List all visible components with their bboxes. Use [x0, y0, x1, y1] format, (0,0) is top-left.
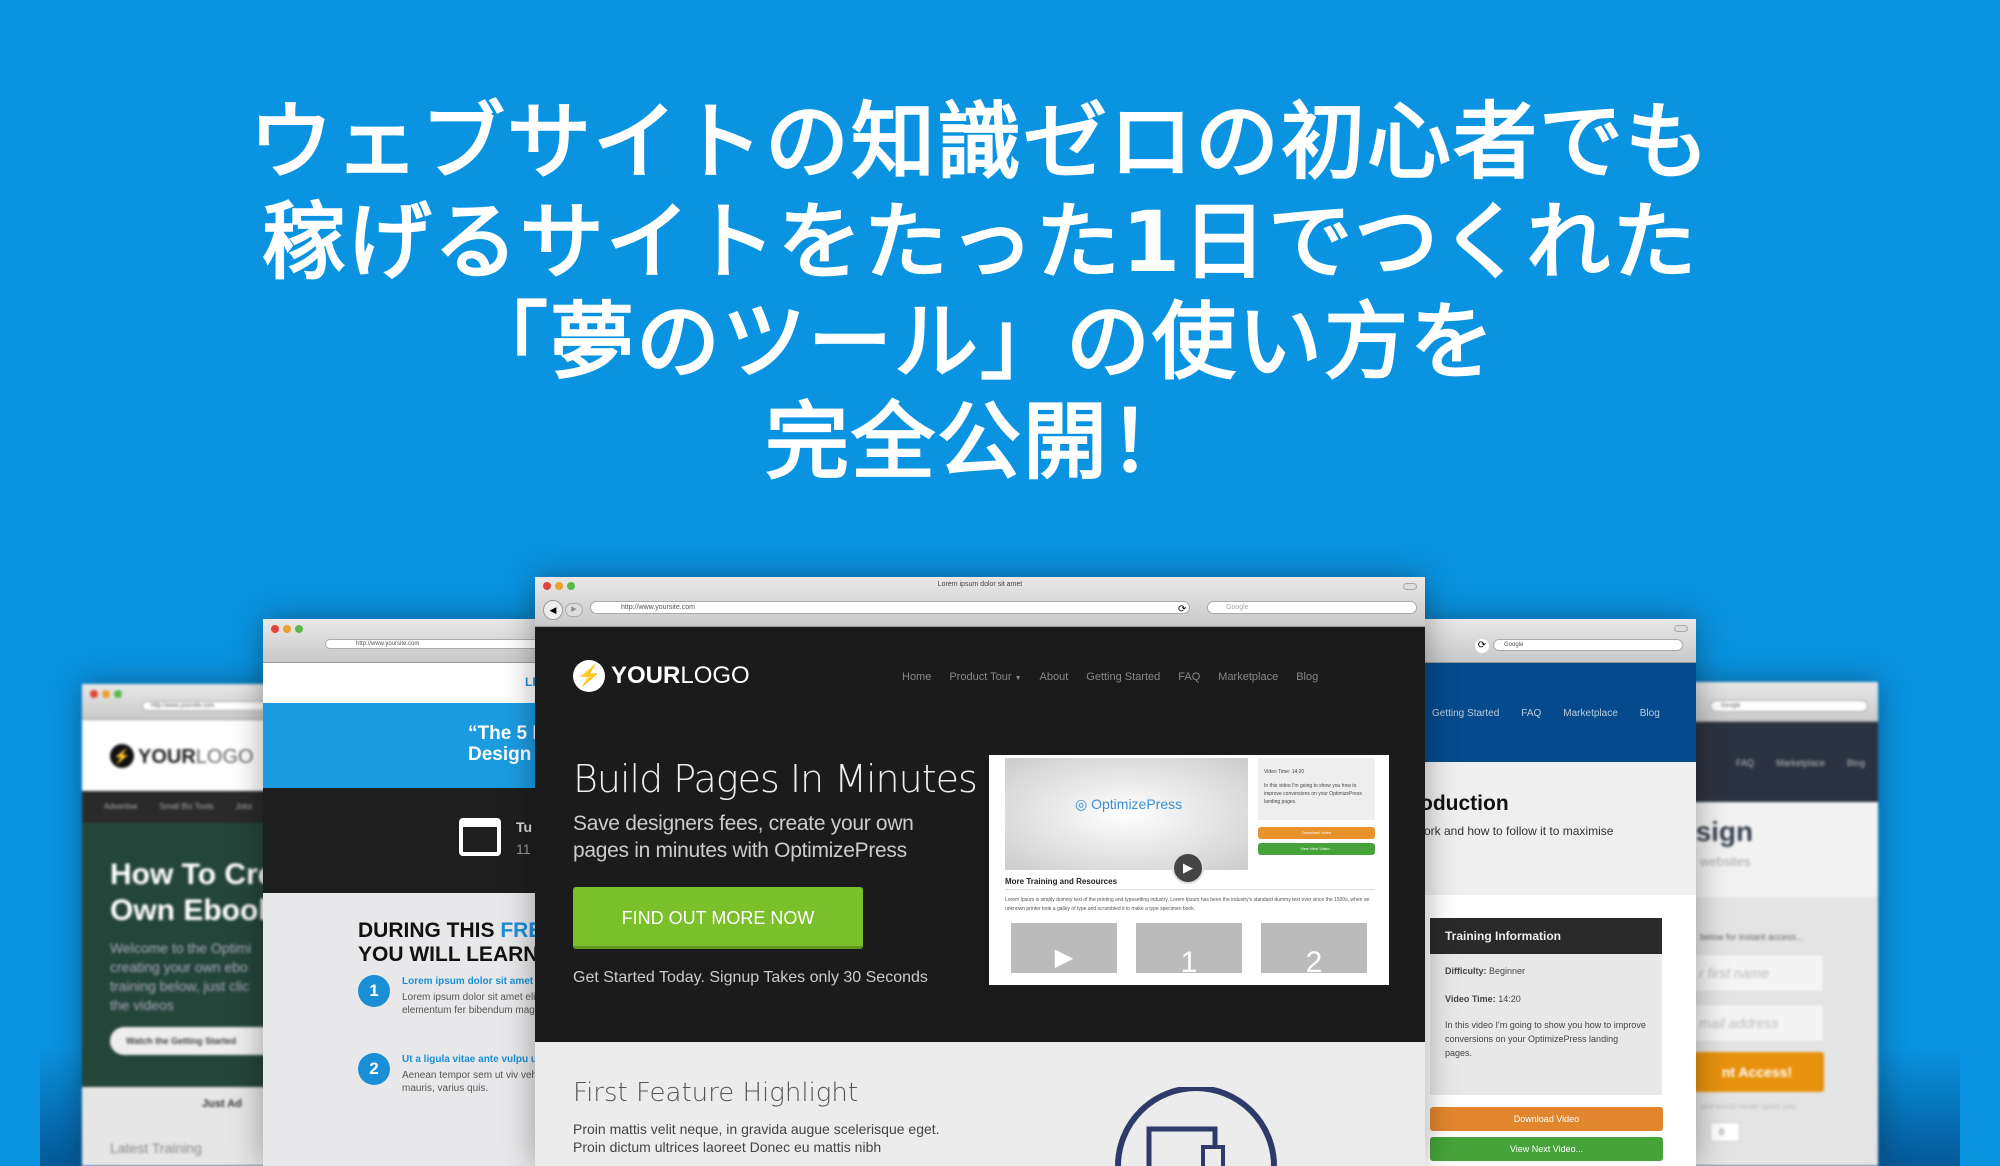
- browser-chrome: http://www.yoursite.com: [263, 619, 563, 663]
- cta-note: Get Started Today. Signup Takes only 30 …: [573, 969, 928, 986]
- hero-section: ⚡ YOURLOGO Home Product Tour ▼ About Get…: [535, 627, 1425, 1042]
- nav-item[interactable]: Small Biz Tools: [159, 802, 213, 812]
- window-pill-icon: [1674, 625, 1688, 632]
- nav-item[interactable]: Marketplace: [1776, 758, 1825, 802]
- hero-title: Build Pages In Minutes: [573, 757, 978, 801]
- logo-bolt-icon: ⚡: [573, 660, 605, 692]
- hero-body: Welcome to the Optimi creating your own …: [110, 940, 252, 1013]
- browser-right-front: ⟳ Google Getting Started FAQ Marketplace Bl…: [1390, 619, 1696, 1166]
- thumb[interactable]: 2: [1261, 923, 1367, 973]
- browser-left-front: http://www.yoursite.com LIV “The 5 FDesi…: [263, 619, 563, 1166]
- window-pill-icon: [1403, 583, 1417, 590]
- devices-icon: [1115, 1087, 1277, 1166]
- search-bar: Google: [1710, 700, 1868, 712]
- nav-item[interactable]: Marketplace: [1563, 708, 1617, 762]
- download-video-button[interactable]: Download Video: [1258, 827, 1375, 839]
- hero-subtitle: Save designers fees, create your own page…: [573, 812, 914, 862]
- nav-item[interactable]: FAQ: [1736, 758, 1754, 802]
- nav-item[interactable]: FAQ: [1521, 708, 1541, 762]
- box-title: Training Information: [1430, 918, 1662, 954]
- thumb-play-icon[interactable]: ▶: [1011, 923, 1117, 973]
- nav-bar: Getting Started FAQ Marketplace Blog: [1390, 663, 1696, 762]
- nav-item-marketplace[interactable]: Marketplace: [1218, 671, 1278, 683]
- name-input[interactable]: r first name: [1690, 954, 1824, 992]
- nav-item[interactable]: Blog: [1640, 708, 1660, 762]
- hero-title: oduction: [1420, 792, 1509, 815]
- number-badge: 1: [358, 975, 390, 1007]
- nav-item-home[interactable]: Home: [902, 671, 931, 683]
- get-access-button[interactable]: nt Access!: [1690, 1052, 1824, 1092]
- feature-title: First Feature Highlight: [573, 1078, 859, 1108]
- text: Just Ad: [202, 1098, 242, 1110]
- video-time: 14:20: [1498, 994, 1521, 1004]
- video-side-info: Video Time: 14:20 In this video I'm going…: [1258, 758, 1375, 820]
- thumb[interactable]: 1: [1136, 923, 1242, 973]
- calendar-icon: [459, 818, 501, 856]
- hero-sub: ork and how to follow it to maximise: [1424, 824, 1614, 838]
- optimizepress-logo: ◎ OptimizePress: [1075, 796, 1183, 812]
- back-icon[interactable]: ◀: [543, 600, 563, 620]
- email-input[interactable]: mail address: [1690, 1004, 1824, 1042]
- video-player[interactable]: ◎ OptimizePress: [1005, 758, 1248, 870]
- video-card: ◎ OptimizePress ▶ Video Time: 14:20 In th…: [989, 755, 1389, 985]
- nav-item-product-tour[interactable]: Product Tour ▼: [949, 671, 1021, 683]
- nav-item[interactable]: Advertise: [104, 802, 137, 812]
- quote-banner: “The 5 F Design: [263, 703, 563, 788]
- headline: ウェブサイトの知識ゼロの初心者でも 稼げるサイトをたった1日でつくれた 「夢のツ…: [0, 92, 1960, 492]
- learn-list: 1 Lorem ipsum dolor sit amet elit. Lorem …: [358, 975, 563, 1095]
- lorem-text: Lorem Ipsum is simply dummy text of the …: [1005, 889, 1375, 914]
- more-training-heading: More Training and Resources: [1005, 877, 1118, 886]
- spam-note: and would never spam you: [1700, 1102, 1796, 1111]
- number-badge: 2: [358, 1053, 390, 1085]
- next-video-button[interactable]: View Next Video...: [1258, 843, 1375, 855]
- browser-chrome: ⟳ Google: [1390, 619, 1696, 663]
- logo: YOURLOGO: [138, 746, 254, 768]
- headline-line: 完全公開！: [764, 393, 1195, 491]
- forward-icon[interactable]: ▶: [565, 603, 583, 617]
- nav-item[interactable]: Getting Started: [1432, 708, 1499, 762]
- description: In this video I'm going to show you how …: [1445, 1020, 1646, 1058]
- list-item: 2 Ut a ligula vitae ante vulpu urna. Aene…: [358, 1053, 563, 1095]
- list-item: 1 Lorem ipsum dolor sit amet elit. Lorem …: [358, 975, 563, 1053]
- nav-item[interactable]: Jobs: [235, 802, 252, 812]
- browser-main: Lorem ipsum dolor sit amet ◀ ▶ http://ww…: [535, 577, 1425, 1166]
- url-bar[interactable]: http://www.yoursite.com: [590, 601, 1190, 614]
- hero-sub: websites: [1700, 854, 1751, 869]
- feature-text: Proin mattis velit neque, in gravida aug…: [573, 1121, 940, 1155]
- date: Tu 11: [516, 819, 533, 857]
- nav-item[interactable]: Blog: [1847, 758, 1865, 802]
- search-bar[interactable]: Google: [1207, 601, 1417, 614]
- download-video-button[interactable]: Download Video: [1430, 1107, 1663, 1131]
- captcha-input[interactable]: 0: [1710, 1122, 1740, 1142]
- nav-item-faq[interactable]: FAQ: [1178, 671, 1200, 683]
- nav-item-blog[interactable]: Blog: [1296, 671, 1318, 683]
- nav-item-about[interactable]: About: [1040, 671, 1069, 683]
- search-bar[interactable]: Google: [1493, 639, 1683, 651]
- nav-bar: Home Product Tour ▼ About Getting Starte…: [902, 671, 1318, 683]
- browser-chrome: Lorem ipsum dolor sit amet ◀ ▶ http://ww…: [535, 577, 1425, 627]
- learn-heading: DURING THIS FRE YOU WILL LEARN:: [358, 919, 546, 966]
- nav-item-getting-started[interactable]: Getting Started: [1086, 671, 1160, 683]
- logo-bolt-icon: ⚡: [110, 744, 134, 768]
- reload-icon[interactable]: ⟳: [1475, 639, 1489, 653]
- reload-icon[interactable]: ⟳: [1178, 604, 1186, 615]
- play-icon[interactable]: ▶: [1172, 852, 1204, 884]
- window-title: Lorem ipsum dolor sit amet: [937, 581, 1023, 588]
- headline-line: 稼げるサイトをたった1日でつくれた: [261, 193, 1699, 291]
- training-info-box: Training Information Difficulty: Beginne…: [1430, 918, 1662, 1095]
- section-title: Latest Training: [110, 1140, 202, 1156]
- difficulty: Beginner: [1489, 966, 1526, 976]
- next-video-button[interactable]: View Next Video...: [1430, 1137, 1663, 1161]
- logo: YOURLOGO: [611, 662, 750, 689]
- chevron-down-icon: ▼: [1014, 675, 1022, 682]
- prompt: below for instant access...: [1700, 932, 1804, 942]
- headline-line: ウェブサイトの知識ゼロの初心者でも: [248, 93, 1711, 191]
- find-out-more-button[interactable]: FIND OUT MORE NOW: [573, 887, 863, 949]
- headline-line: 「夢のツール」の使い方を: [463, 293, 1496, 391]
- url-bar: http://www.yoursite.com: [325, 639, 563, 649]
